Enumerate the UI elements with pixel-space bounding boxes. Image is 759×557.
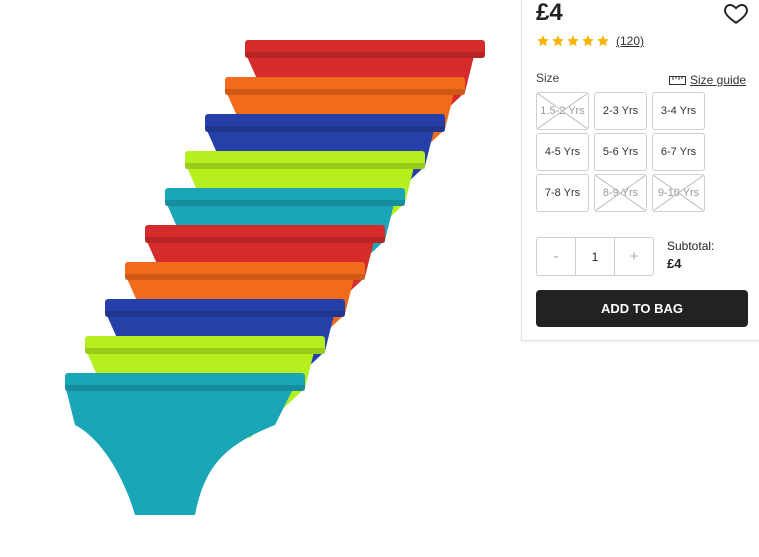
size-option-label: 2-3 Yrs: [602, 105, 639, 117]
heart-icon[interactable]: [723, 0, 749, 26]
product-price: £4: [536, 0, 563, 26]
size-guide-link[interactable]: Size guide: [669, 73, 746, 87]
unavailable-cross-icon: [537, 93, 588, 129]
size-option[interactable]: 1.5-2 Yrs: [536, 92, 589, 130]
star-icon: [567, 35, 579, 47]
star-rating: [536, 34, 610, 48]
size-option-label: 6-7 Yrs: [660, 146, 697, 158]
size-option[interactable]: 5-6 Yrs: [594, 133, 647, 171]
review-count-link[interactable]: (120): [616, 34, 644, 48]
star-icon: [537, 35, 549, 47]
size-option-label: 4-5 Yrs: [544, 146, 581, 158]
quantity-stepper: - 1 +: [536, 237, 654, 276]
size-guide-label: Size guide: [690, 73, 747, 87]
quantity-input[interactable]: 1: [575, 238, 615, 275]
increase-quantity-button[interactable]: +: [615, 238, 653, 275]
add-to-bag-button[interactable]: ADD TO BAG: [536, 290, 748, 327]
unavailable-cross-icon: [595, 175, 646, 211]
size-option[interactable]: 8-9 Yrs: [594, 174, 647, 212]
size-option[interactable]: 2-3 Yrs: [594, 92, 647, 130]
star-icon: [597, 35, 609, 47]
purchase-panel: £4 (120) Size Size guide 1.5-2 Yrs 2-3 Yr…: [521, 0, 759, 341]
size-option[interactable]: 7-8 Yrs: [536, 174, 589, 212]
rating: (120): [536, 34, 644, 48]
star-icon: [582, 35, 594, 47]
subtotal-label: Subtotal:: [667, 239, 715, 253]
subtotal-value: £4: [667, 256, 682, 271]
size-option-label: 5-6 Yrs: [602, 146, 639, 158]
size-label: Size: [536, 71, 560, 85]
size-option[interactable]: 9-10 Yrs: [652, 174, 705, 212]
unavailable-cross-icon: [653, 175, 704, 211]
size-option[interactable]: 6-7 Yrs: [652, 133, 705, 171]
star-icon: [552, 35, 564, 47]
decrease-quantity-button[interactable]: -: [537, 238, 575, 275]
size-option[interactable]: 3-4 Yrs: [652, 92, 705, 130]
size-option-label: 7-8 Yrs: [544, 187, 581, 199]
size-options: 1.5-2 Yrs 2-3 Yrs 3-4 Yrs 4-5 Yrs 5-6 Yrs 6-7…: [536, 92, 705, 212]
size-option[interactable]: 4-5 Yrs: [536, 133, 589, 171]
size-option-label: 3-4 Yrs: [660, 105, 697, 117]
brief-item: [65, 373, 305, 515]
product-image: [65, 40, 485, 515]
ruler-icon: [669, 75, 686, 85]
